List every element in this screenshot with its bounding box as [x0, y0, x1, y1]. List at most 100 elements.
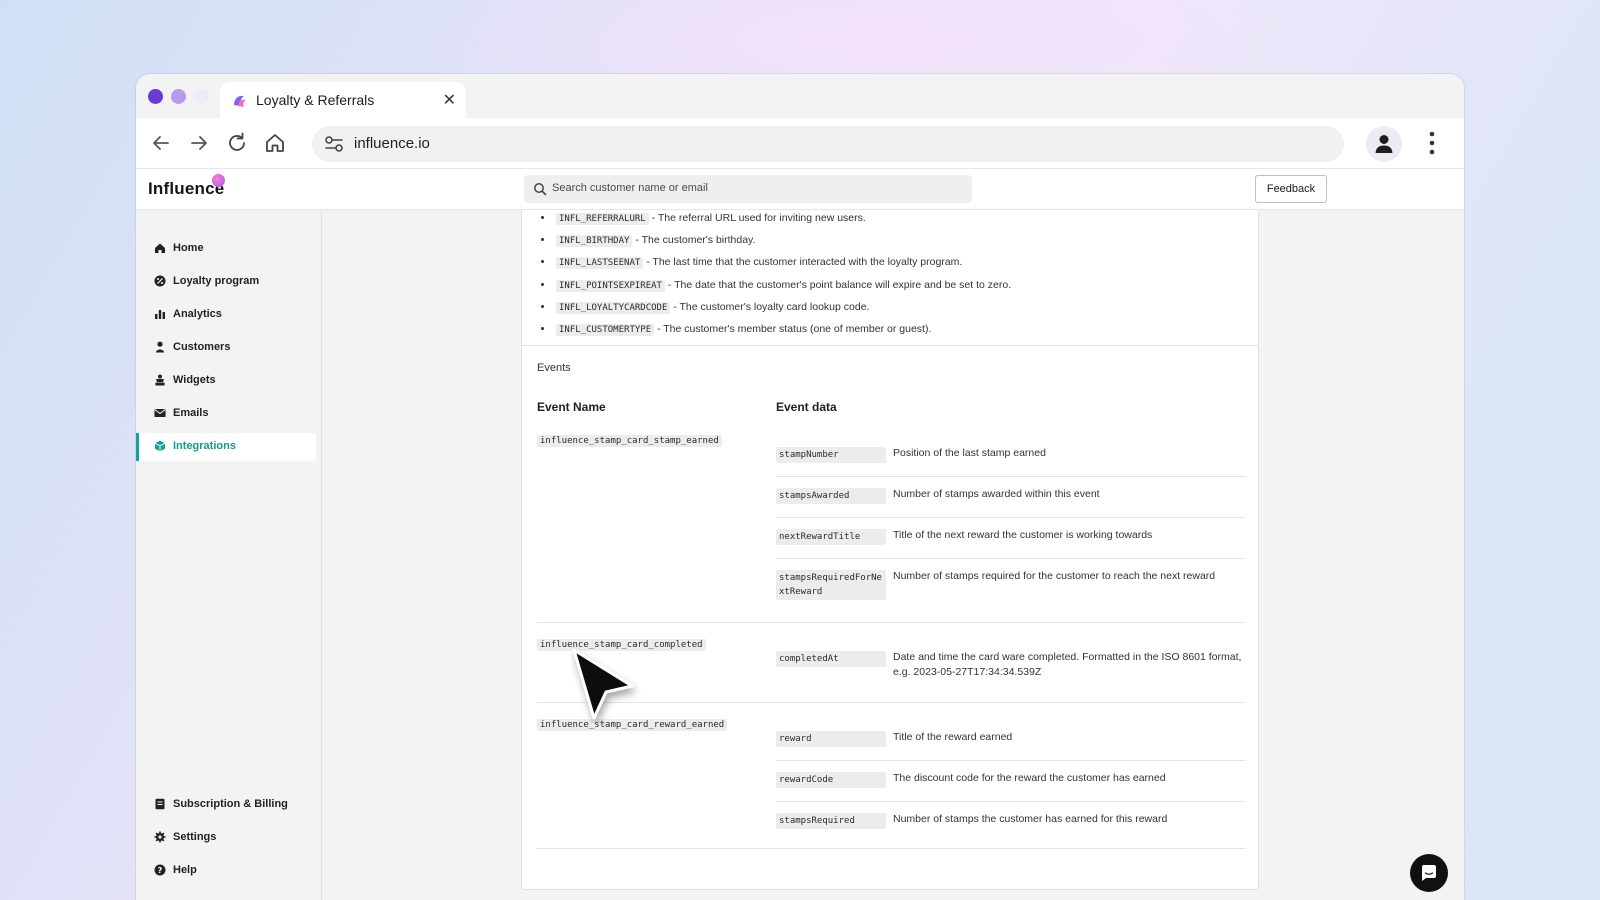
- home-icon: [155, 243, 165, 253]
- sidebar-item-label: Settings: [173, 831, 217, 843]
- forward-arrow-icon[interactable]: [186, 130, 212, 156]
- sidebar-item-customers[interactable]: Customers: [136, 334, 316, 362]
- customer-search-input[interactable]: Search customer name or email: [524, 175, 972, 203]
- sidebar-item-label: Customers: [173, 341, 231, 353]
- help-icon: ?: [154, 864, 166, 876]
- attribute-description: - The last time that the customer intera…: [643, 256, 963, 269]
- event-data-column-header: Event data: [776, 400, 837, 414]
- address-bar[interactable]: influence.io: [312, 126, 1344, 162]
- events-section-label: Events: [537, 362, 571, 374]
- event-data-description: Date and time the card ware completed. F…: [893, 651, 1242, 678]
- sidebar-item-label: Home: [173, 242, 204, 254]
- tab-title: Loyalty & Referrals: [256, 92, 375, 108]
- event-data-key: rewardCode: [776, 772, 886, 788]
- sidebar-item-label: Analytics: [173, 308, 222, 320]
- attribute-description: - The customer's member status (one of m…: [654, 322, 932, 335]
- event-data-description: The discount code for the reward the cus…: [893, 772, 1166, 784]
- home-browser-icon[interactable]: [262, 130, 288, 156]
- event-data-key: stampNumber: [776, 447, 886, 463]
- main-content: INFL_REFERRALURL - The referral URL used…: [323, 210, 1464, 900]
- attribute-code: INFL_REFERRALURL: [556, 213, 649, 225]
- list-item: INFL_LASTSEENAT - The last time that the…: [554, 255, 1244, 277]
- sidebar-item-label: Help: [173, 864, 197, 876]
- app-viewport: Influence Search customer name or email …: [136, 168, 1464, 900]
- app-header: Influence Search customer name or email …: [136, 168, 1464, 210]
- url-text: influence.io: [354, 135, 430, 152]
- event-data-key: reward: [776, 731, 886, 747]
- list-item: INFL_REFERRALURL - The referral URL used…: [554, 211, 1244, 233]
- sidebar: Home Loyalty program Analytics Customers…: [136, 210, 322, 900]
- integration-docs-card: INFL_REFERRALURL - The referral URL used…: [521, 210, 1259, 890]
- event-data-description: Number of stamps awarded within this eve…: [893, 488, 1100, 500]
- window-maximize-dot[interactable]: [194, 89, 209, 104]
- list-item: INFL_LOYALTYCARDCODE - The customer's lo…: [554, 300, 1244, 322]
- event-data-key: stampsAwarded: [776, 488, 886, 504]
- sidebar-item-analytics[interactable]: Analytics: [136, 301, 316, 329]
- sidebar-item-home[interactable]: Home: [136, 235, 316, 263]
- mouse-pointer-icon: [572, 648, 634, 720]
- sidebar-item-emails[interactable]: Emails: [136, 400, 316, 428]
- sidebar-item-subscription-billing[interactable]: Subscription & Billing: [136, 791, 316, 819]
- event-name-code: influence_stamp_card_stamp_earned: [537, 435, 722, 447]
- attribute-description: - The customer's birthday.: [632, 234, 756, 247]
- person-icon: [156, 341, 164, 353]
- window-minimize-dot[interactable]: [171, 89, 186, 104]
- feedback-button[interactable]: Feedback: [1255, 175, 1327, 203]
- list-item: INFL_POINTSEXPIREAT - The date that the …: [554, 278, 1244, 300]
- event-data-description: Number of stamps the customer has earned…: [893, 813, 1168, 825]
- sidebar-item-settings[interactable]: Settings: [136, 824, 316, 852]
- kebab-menu-icon[interactable]: [1422, 130, 1442, 156]
- gear-icon: [154, 831, 166, 843]
- reload-icon[interactable]: [224, 130, 250, 156]
- sidebar-item-help[interactable]: ? Help: [136, 857, 316, 885]
- brand-spark-icon: [212, 174, 225, 187]
- event-data-row: stampsRequired Number of stamps the cust…: [776, 813, 1245, 843]
- attribute-description: - The customer's loyalty card lookup cod…: [670, 300, 870, 313]
- influence-favicon-icon: [234, 95, 246, 107]
- event-data-key: stampsRequired: [776, 813, 886, 829]
- tab-bar: Loyalty & Referrals ✕: [136, 74, 1464, 120]
- site-settings-icon[interactable]: [324, 135, 344, 153]
- event-data-description: Title of the reward earned: [893, 731, 1013, 743]
- event-data-description: Title of the next reward the customer is…: [893, 529, 1153, 541]
- attribute-list: INFL_REFERRALURL - The referral URL used…: [544, 211, 1244, 344]
- svg-text:?: ?: [158, 866, 163, 875]
- loyalty-icon: [154, 275, 166, 287]
- list-item: INFL_BIRTHDAY - The customer's birthday.: [554, 233, 1244, 255]
- sidebar-item-loyalty-program[interactable]: Loyalty program: [136, 268, 316, 296]
- browser-toolbar: influence.io: [136, 118, 1464, 168]
- attribute-code: INFL_LASTSEENAT: [556, 257, 644, 270]
- event-row: influence_stamp_card_stamp_earned stampN…: [537, 435, 1245, 623]
- widgets-icon: [155, 374, 165, 386]
- event-data-key: nextRewardTitle: [776, 529, 886, 545]
- back-arrow-icon[interactable]: [148, 130, 174, 156]
- event-name-column-header: Event Name: [537, 400, 606, 414]
- billing-icon: [155, 798, 165, 810]
- tab-close-icon[interactable]: ✕: [443, 90, 456, 110]
- event-data-key: stampsRequiredForNextReward: [776, 570, 886, 600]
- cube-icon: [154, 440, 166, 452]
- attribute-code: INFL_POINTSEXPIREAT: [556, 279, 665, 292]
- profile-avatar[interactable]: [1366, 126, 1402, 162]
- chat-launcher-button[interactable]: [1410, 854, 1448, 892]
- browser-tab[interactable]: Loyalty & Referrals ✕: [220, 82, 466, 120]
- event-data-row: stampsAwarded Number of stamps awarded w…: [776, 488, 1245, 518]
- sidebar-item-label: Widgets: [173, 374, 216, 386]
- attribute-code: INFL_BIRTHDAY: [556, 235, 633, 248]
- sidebar-item-label: Emails: [173, 407, 209, 419]
- section-divider: [522, 345, 1258, 346]
- event-data-description: Position of the last stamp earned: [893, 447, 1046, 459]
- list-item: INFL_CUSTOMERTYPE - The customer's membe…: [554, 322, 1244, 344]
- sidebar-item-widgets[interactable]: Widgets: [136, 367, 316, 395]
- event-row: influence_stamp_card_reward_earned rewar…: [537, 719, 1245, 849]
- mail-icon: [154, 409, 166, 417]
- chat-icon: [1422, 865, 1436, 881]
- event-data-row: stampsRequiredForNextReward Number of st…: [776, 570, 1245, 610]
- window-close-dot[interactable]: [148, 89, 163, 104]
- browser-window: Loyalty & Referrals ✕ influence.io Influ…: [136, 74, 1464, 900]
- attribute-description: - The referral URL used for inviting new…: [648, 212, 866, 224]
- sidebar-item-integrations[interactable]: Integrations: [136, 433, 316, 461]
- event-data-row: nextRewardTitle Title of the next reward…: [776, 529, 1245, 559]
- event-data-row: reward Title of the reward earned: [776, 731, 1245, 761]
- attribute-code: INFL_CUSTOMERTYPE: [556, 323, 655, 336]
